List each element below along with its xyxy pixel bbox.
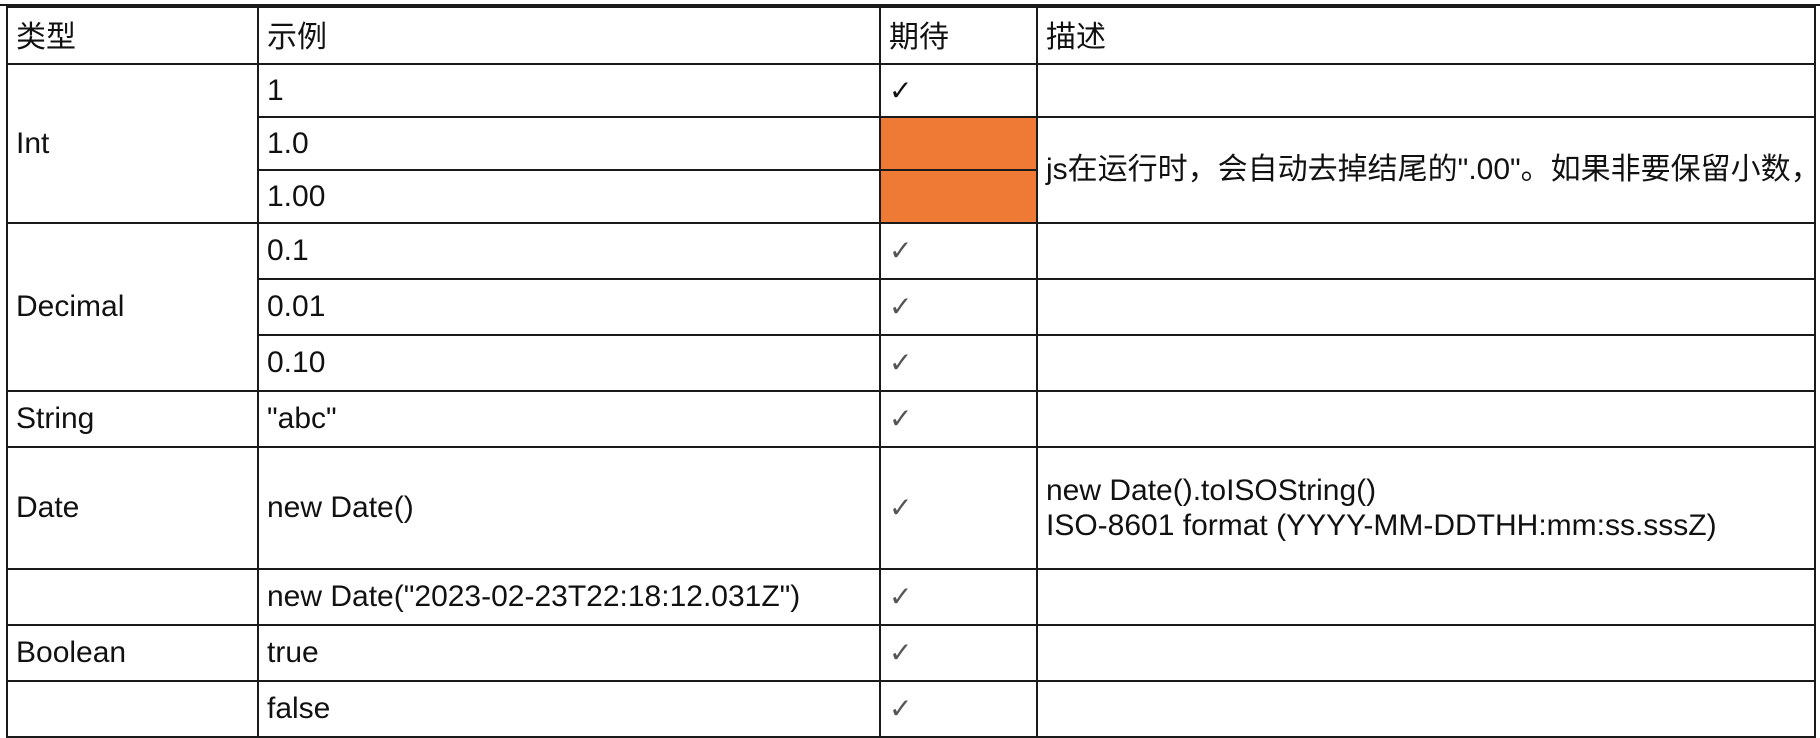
table-row: Decimal 0.1 ✓	[6, 222, 1816, 392]
checkmark-icon: ✓	[889, 346, 913, 379]
type-cell-date[interactable]: Date	[6, 446, 259, 570]
header-example[interactable]: 示例	[257, 6, 881, 65]
description-line: new Date().toISOString()	[1046, 473, 1377, 507]
expect-cell[interactable]: ✓	[879, 624, 1038, 682]
table-row: Date new Date() ✓ new Date().toISOString…	[6, 446, 1816, 570]
type-cell-int[interactable]: Int	[6, 63, 259, 224]
description-cell-int[interactable]: js在运行时，会自动去掉结尾的".00"。如果非要保留小数，只能用string	[1036, 116, 1816, 224]
type-cell-empty[interactable]	[6, 680, 259, 738]
header-expect[interactable]: 期待	[879, 6, 1038, 65]
description-cell-date[interactable]: new Date().toISOString() ISO-8601 format…	[1036, 446, 1816, 570]
table-row: String "abc" ✓	[6, 390, 1816, 448]
example-cell[interactable]: 0.01	[257, 278, 881, 336]
description-cell[interactable]	[1036, 568, 1816, 626]
expect-cell[interactable]: ✓	[879, 334, 1038, 392]
table-row: 0.01 ✓	[7, 278, 1816, 336]
type-cell-boolean[interactable]: Boolean	[6, 624, 259, 682]
example-cell[interactable]: 1	[257, 63, 881, 118]
expect-cell[interactable]: ✓	[879, 222, 1038, 280]
checkmark-icon: ✓	[889, 692, 913, 725]
checkmark-icon: ✓	[889, 491, 913, 524]
description-cell[interactable]	[1036, 680, 1816, 738]
example-cell[interactable]: 0.10	[257, 334, 881, 392]
checkmark-icon: ✓	[889, 234, 913, 267]
example-cell[interactable]: "abc"	[257, 390, 881, 448]
table-row: 1.0 js在运行时，会自动去掉结尾的".00"。如果非要保留小数，只能用str…	[7, 116, 1816, 224]
checkmark-icon: ✓	[889, 636, 913, 669]
expect-cell[interactable]: ✓	[879, 446, 1038, 570]
example-cell[interactable]: true	[257, 624, 881, 682]
expect-cell[interactable]: ✓	[879, 568, 1038, 626]
expect-cell[interactable]: ✓	[879, 390, 1038, 448]
description-cell[interactable]	[1036, 278, 1816, 336]
header-description[interactable]: 描述	[1036, 6, 1816, 65]
example-cell[interactable]: new Date("2023-02-23T22:18:12.031Z")	[257, 568, 881, 626]
example-cell[interactable]: 1.00	[257, 169, 881, 224]
description-cell[interactable]	[1036, 624, 1816, 682]
type-cell-empty[interactable]	[6, 568, 259, 626]
table-row: Boolean true ✓	[6, 624, 1816, 682]
expect-cell[interactable]: ✓	[879, 63, 1038, 118]
expect-cell[interactable]: ✓	[879, 278, 1038, 336]
expect-cell-highlighted[interactable]	[879, 116, 1038, 171]
spreadsheet: 类型 示例 期待 描述 Int 1 ✓ 1.0 js在运行时，会自动去掉结尾的"…	[6, 6, 1816, 738]
expect-cell-highlighted[interactable]	[879, 169, 1038, 224]
example-cell[interactable]: 0.1	[257, 222, 881, 280]
table-row: Int 1 ✓	[6, 63, 1816, 224]
table-row: 0.10 ✓	[7, 334, 1816, 392]
type-cell-decimal[interactable]: Decimal	[6, 222, 259, 392]
table-row: new Date("2023-02-23T22:18:12.031Z") ✓	[6, 568, 1816, 626]
description-cell[interactable]	[1036, 334, 1816, 392]
checkmark-icon: ✓	[889, 402, 913, 435]
example-cell[interactable]: 1.0	[257, 116, 881, 171]
table-row: false ✓	[6, 680, 1816, 738]
type-example-table: 类型 示例 期待 描述 Int 1 ✓ 1.0 js在运行时，会自动去掉结尾的"…	[6, 6, 1816, 738]
checkmark-icon: ✓	[889, 580, 913, 613]
header-type[interactable]: 类型	[6, 6, 259, 65]
expect-cell[interactable]: ✓	[879, 680, 1038, 738]
example-cell[interactable]: new Date()	[257, 446, 881, 570]
type-cell-string[interactable]: String	[6, 390, 259, 448]
description-cell[interactable]	[1036, 222, 1816, 280]
checkmark-icon: ✓	[889, 73, 913, 107]
description-line: ISO-8601 format (YYYY-MM-DDTHH:mm:ss.sss…	[1046, 509, 1717, 542]
checkmark-icon: ✓	[889, 290, 913, 323]
description-cell[interactable]	[1036, 390, 1816, 448]
header-row: 类型 示例 期待 描述	[6, 6, 1816, 65]
description-cell[interactable]	[1036, 63, 1816, 118]
example-cell[interactable]: false	[257, 680, 881, 738]
